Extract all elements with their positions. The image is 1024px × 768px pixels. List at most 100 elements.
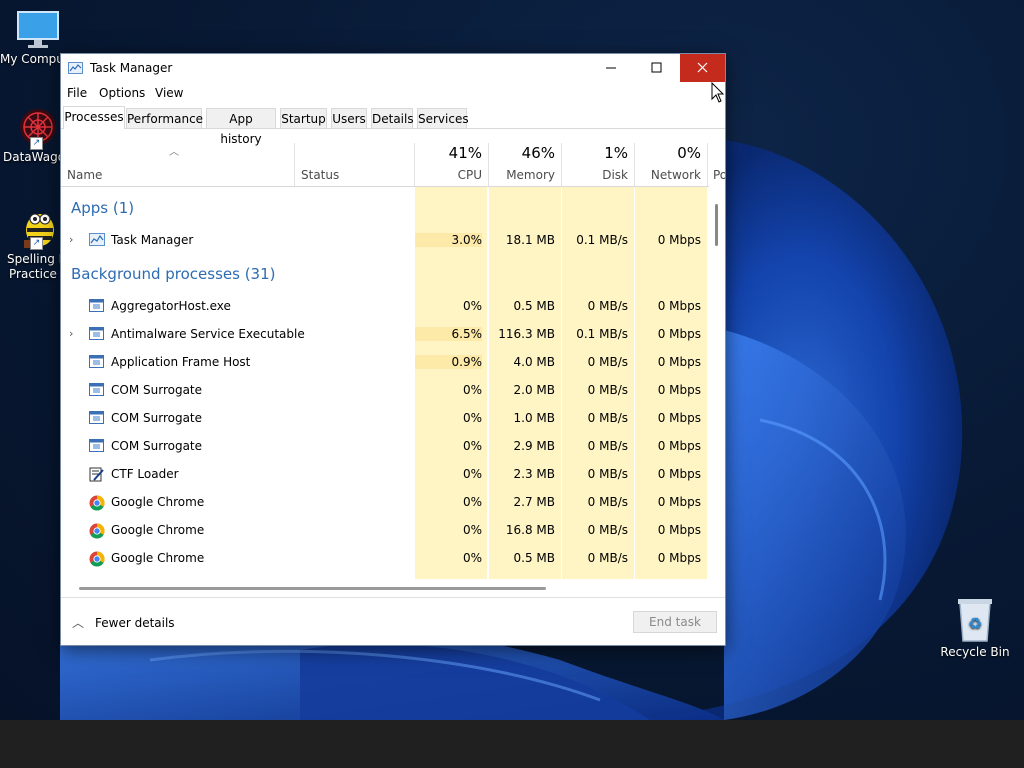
memory-value: 2.7 MB bbox=[513, 495, 555, 509]
table-row[interactable]: COM Surrogate 0% 1.0 MB 0 MB/s 0 Mbps bbox=[61, 404, 709, 432]
tab-startup[interactable]: Startup bbox=[280, 108, 327, 128]
table-row[interactable]: Google Chrome 0% 2.7 MB 0 MB/s 0 Mbps bbox=[61, 488, 709, 516]
task-manager-window: Task Manager File Options View Processes… bbox=[60, 53, 726, 646]
cpu-percent[interactable]: 41% bbox=[415, 144, 482, 162]
taskmgr-icon bbox=[89, 233, 105, 248]
memory-percent[interactable]: 46% bbox=[489, 144, 555, 162]
process-name: CTF Loader bbox=[111, 467, 179, 481]
network-value: 0 Mbps bbox=[657, 411, 701, 425]
column-memory[interactable]: Memory bbox=[489, 168, 555, 182]
cpu-value: 0% bbox=[462, 551, 482, 565]
desktop-icon-label: Recycle Bin bbox=[940, 645, 1010, 659]
table-row[interactable]: Google Chrome 0% 0.5 MB 0 MB/s 0 Mbps bbox=[61, 544, 709, 572]
memory-value: 116.3 MB bbox=[498, 327, 555, 341]
footer: ︿ Fewer details End task bbox=[61, 597, 725, 645]
cpu-value: 0% bbox=[462, 411, 482, 425]
maximize-icon bbox=[651, 62, 662, 73]
process-name: COM Surrogate bbox=[111, 411, 203, 425]
group-apps[interactable]: Apps (1) bbox=[71, 199, 134, 217]
memory-value: 1.0 MB bbox=[513, 411, 555, 425]
menu-bar: File Options View bbox=[61, 82, 725, 104]
monitor-icon bbox=[16, 10, 60, 50]
bee-icon: ↗ bbox=[16, 204, 60, 250]
tab-details[interactable]: Details bbox=[371, 108, 414, 128]
cpu-value: 0% bbox=[462, 495, 482, 509]
process-icon bbox=[89, 327, 105, 342]
disk-value: 0.1 MB/s bbox=[576, 327, 628, 341]
shortcut-arrow-icon: ↗ bbox=[30, 237, 43, 250]
column-separator[interactable] bbox=[707, 143, 708, 186]
column-separator[interactable] bbox=[294, 143, 295, 186]
process-name: COM Surrogate bbox=[111, 383, 203, 397]
tab-app-history[interactable]: App history bbox=[206, 108, 276, 146]
table-row[interactable]: Application Frame Host 0.9% 4.0 MB 0 MB/s 0 … bbox=[61, 348, 709, 376]
title-bar[interactable]: Task Manager bbox=[61, 54, 725, 82]
table-row[interactable]: CTF Loader 0% 2.3 MB 0 MB/s 0 Mbps bbox=[61, 460, 709, 488]
window-title: Task Manager bbox=[90, 61, 173, 75]
process-icon bbox=[89, 355, 105, 370]
chevron-up-icon[interactable]: ︿ bbox=[72, 614, 84, 631]
column-cpu[interactable]: CPU bbox=[415, 168, 482, 182]
column-disk[interactable]: Disk bbox=[562, 168, 628, 182]
end-task-button[interactable]: End task bbox=[633, 611, 717, 633]
memory-value: 16.8 MB bbox=[505, 523, 555, 537]
disk-value: 0.1 MB/s bbox=[576, 233, 628, 247]
tab-users[interactable]: Users bbox=[331, 108, 367, 128]
table-row[interactable]: › Antimalware Service Executable 6.5% 116.3… bbox=[61, 320, 709, 348]
process-name: COM Surrogate bbox=[111, 439, 203, 453]
process-icon bbox=[89, 299, 105, 314]
desktop-icon-recycle-bin[interactable]: ♻ Recycle Bin bbox=[937, 597, 1013, 660]
close-button[interactable] bbox=[680, 54, 725, 82]
table-row[interactable]: COM Surrogate 0% 2.0 MB 0 MB/s 0 Mbps bbox=[61, 376, 709, 404]
chrome-icon bbox=[89, 523, 105, 539]
memory-value: 18.1 MB bbox=[505, 233, 555, 247]
menu-file[interactable]: File bbox=[67, 86, 87, 100]
process-name: Task Manager bbox=[111, 233, 194, 247]
chrome-icon bbox=[89, 551, 105, 567]
column-network[interactable]: Network bbox=[635, 168, 701, 182]
horizontal-scrollbar[interactable] bbox=[79, 587, 546, 590]
tab-processes[interactable]: Processes bbox=[63, 106, 125, 129]
memory-value: 2.0 MB bbox=[513, 383, 555, 397]
minimize-icon bbox=[606, 67, 616, 69]
tab-performance[interactable]: Performance bbox=[126, 108, 203, 128]
network-value: 0 Mbps bbox=[657, 551, 701, 565]
cpu-value: 3.0% bbox=[415, 233, 482, 247]
svg-text:♻: ♻ bbox=[968, 614, 982, 633]
network-value: 0 Mbps bbox=[657, 439, 701, 453]
memory-value: 2.9 MB bbox=[513, 439, 555, 453]
network-percent[interactable]: 0% bbox=[635, 144, 701, 162]
cpu-value: 0% bbox=[462, 439, 482, 453]
table-row[interactable]: › Task Manager 3.0% 18.1 MB 0.1 MB/s 0 M… bbox=[61, 226, 709, 254]
minimize-button[interactable] bbox=[588, 54, 633, 82]
menu-view[interactable]: View bbox=[155, 86, 183, 100]
tab-services[interactable]: Services bbox=[417, 108, 469, 128]
table-row[interactable]: Google Chrome 0% 16.8 MB 0 MB/s 0 Mbps bbox=[61, 516, 709, 544]
table-row[interactable]: AggregatorHost.exe 0% 0.5 MB 0 MB/s 0 Mbps bbox=[61, 292, 709, 320]
cpu-value: 6.5% bbox=[415, 327, 482, 341]
taskbar bbox=[0, 720, 1024, 768]
maximize-button[interactable] bbox=[634, 54, 679, 82]
process-list: Apps (1) › Task Manager 3.0% 18.1 MB 0.1… bbox=[61, 187, 709, 579]
table-row[interactable]: COM Surrogate 0% 2.9 MB 0 MB/s 0 Mbps bbox=[61, 432, 709, 460]
process-name: AggregatorHost.exe bbox=[111, 299, 231, 313]
column-header: ︿ Name Status 41% CPU 46% Memory 1% Disk… bbox=[61, 143, 725, 187]
disk-value: 0 MB/s bbox=[587, 523, 628, 537]
cpu-value: 0% bbox=[462, 467, 482, 481]
column-status[interactable]: Status bbox=[301, 168, 339, 182]
memory-value: 0.5 MB bbox=[513, 551, 555, 565]
vertical-scrollbar[interactable] bbox=[715, 204, 718, 246]
disk-value: 0 MB/s bbox=[587, 383, 628, 397]
column-power[interactable]: Po bbox=[713, 168, 725, 182]
disk-percent[interactable]: 1% bbox=[562, 144, 628, 162]
group-background-processes[interactable]: Background processes (31) bbox=[71, 265, 276, 283]
column-name[interactable]: Name bbox=[67, 168, 102, 182]
fewer-details-link[interactable]: Fewer details bbox=[95, 616, 175, 630]
chevron-right-icon[interactable]: › bbox=[69, 233, 73, 246]
network-value: 0 Mbps bbox=[657, 383, 701, 397]
chevron-right-icon[interactable]: › bbox=[69, 327, 73, 340]
memory-value: 2.3 MB bbox=[513, 467, 555, 481]
process-name: Google Chrome bbox=[111, 551, 205, 565]
network-value: 0 Mbps bbox=[657, 327, 701, 341]
menu-options[interactable]: Options bbox=[99, 86, 145, 100]
